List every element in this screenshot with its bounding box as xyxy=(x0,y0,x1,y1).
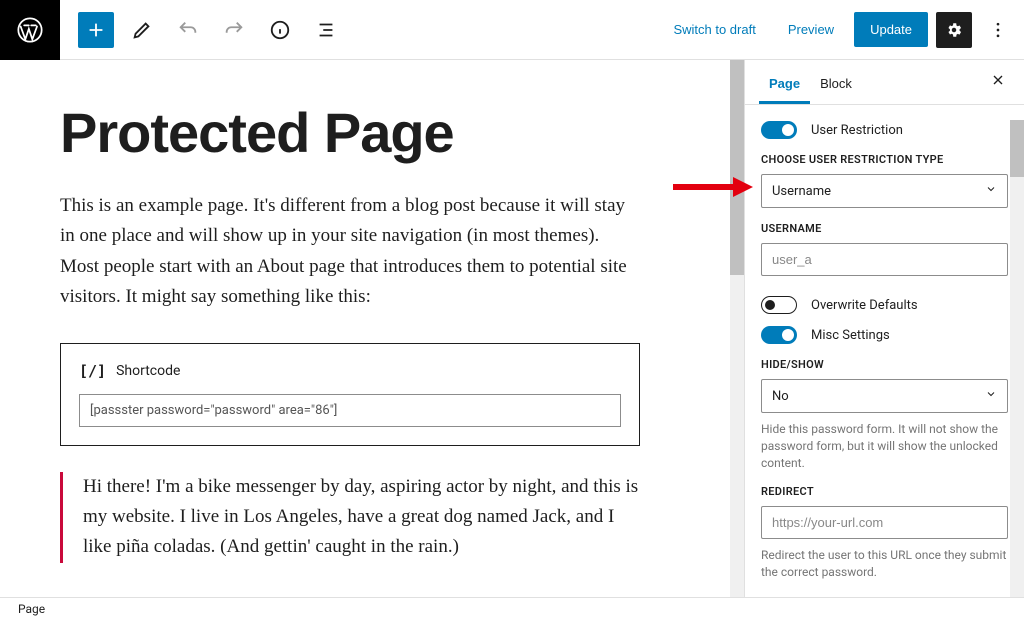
editor-canvas[interactable]: Protected Page This is an example page. … xyxy=(0,60,700,597)
info-icon[interactable] xyxy=(262,12,298,48)
close-sidebar-button[interactable] xyxy=(986,68,1010,97)
more-menu-button[interactable] xyxy=(980,12,1016,48)
edit-icon[interactable] xyxy=(124,12,160,48)
user-restriction-toggle[interactable] xyxy=(761,121,797,139)
preview-button[interactable]: Preview xyxy=(776,14,846,45)
top-toolbar: Switch to draft Preview Update xyxy=(0,0,1024,60)
tab-page[interactable]: Page xyxy=(759,62,810,103)
page-title[interactable]: Protected Page xyxy=(60,100,640,165)
misc-settings-toggle[interactable] xyxy=(761,326,797,344)
shortcode-icon: [/] xyxy=(79,362,106,380)
settings-button[interactable] xyxy=(936,12,972,48)
add-block-button[interactable] xyxy=(78,12,114,48)
chevron-down-icon xyxy=(985,183,997,199)
redo-button[interactable] xyxy=(216,12,252,48)
breadcrumb[interactable]: Page xyxy=(18,602,45,616)
hide-show-label: HIDE/SHOW xyxy=(761,358,1008,371)
editor-scrollbar[interactable] xyxy=(730,60,744,597)
settings-sidebar: Page Block User Restriction CHOOSE USER … xyxy=(744,60,1024,597)
chevron-down-icon xyxy=(985,388,997,404)
username-input[interactable] xyxy=(761,243,1008,276)
undo-button[interactable] xyxy=(170,12,206,48)
shortcode-label: Shortcode xyxy=(116,363,180,379)
shortcode-input[interactable] xyxy=(79,394,621,427)
overwrite-defaults-label: Overwrite Defaults xyxy=(811,298,918,313)
shortcode-block[interactable]: [/] Shortcode xyxy=(60,343,640,446)
hide-show-value: No xyxy=(772,389,789,404)
redirect-input[interactable] xyxy=(761,506,1008,539)
redirect-label: REDIRECT xyxy=(761,485,1008,498)
misc-settings-label: Misc Settings xyxy=(811,328,890,343)
update-button[interactable]: Update xyxy=(854,12,928,47)
overwrite-defaults-toggle[interactable] xyxy=(761,296,797,314)
sidebar-scrollbar[interactable] xyxy=(1010,120,1024,597)
outline-icon[interactable] xyxy=(308,12,344,48)
intro-paragraph[interactable]: This is an example page. It's different … xyxy=(60,191,640,313)
username-label: USERNAME xyxy=(761,222,1008,235)
tab-block[interactable]: Block xyxy=(810,62,862,103)
wordpress-logo[interactable] xyxy=(0,0,60,60)
switch-draft-button[interactable]: Switch to draft xyxy=(661,14,767,45)
user-restriction-label: User Restriction xyxy=(811,123,903,138)
hide-show-help: Hide this password form. It will not sho… xyxy=(761,421,1008,471)
restriction-type-label: CHOOSE USER RESTRICTION TYPE xyxy=(761,153,1008,166)
hide-show-select[interactable]: No xyxy=(761,379,1008,413)
breadcrumb-bar: Page xyxy=(0,597,1024,619)
restriction-type-select[interactable]: Username xyxy=(761,174,1008,208)
restriction-type-value: Username xyxy=(772,184,831,199)
quote-block[interactable]: Hi there! I'm a bike messenger by day, a… xyxy=(60,472,640,563)
redirect-help: Redirect the user to this URL once they … xyxy=(761,547,1008,581)
